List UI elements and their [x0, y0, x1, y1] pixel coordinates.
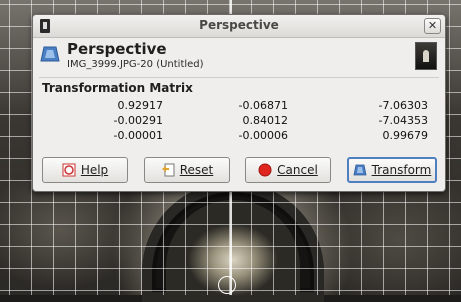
- close-button[interactable]: ✕: [424, 18, 441, 34]
- matrix-cell: 0.84012: [242, 114, 289, 127]
- header-divider: [39, 77, 439, 78]
- window-title: Perspective: [199, 18, 279, 32]
- reset-icon: [161, 163, 175, 177]
- cancel-button-label: Cancel: [277, 163, 318, 177]
- matrix-cell: -0.00291: [113, 114, 163, 127]
- help-button-label: Help: [80, 163, 109, 177]
- matrix-row: 0.92917 -0.06871 -7.06303: [33, 99, 445, 114]
- matrix-cell: -7.06303: [378, 99, 428, 112]
- matrix-section-title: Transformation Matrix: [42, 81, 193, 95]
- matrix-cell: -0.00001: [113, 129, 163, 142]
- matrix-cell: 0.92917: [117, 99, 164, 112]
- cancel-button[interactable]: Cancel: [245, 157, 331, 183]
- transformation-matrix: 0.92917 -0.06871 -7.06303 -0.00291 0.840…: [33, 99, 445, 144]
- reset-button-label: Reset: [179, 163, 214, 177]
- matrix-cell: -7.04353: [378, 114, 428, 127]
- perspective-tool-icon: [40, 46, 60, 62]
- transform-button-label: Transform: [371, 163, 432, 177]
- dialog-titlebar[interactable]: Perspective ✕: [33, 15, 445, 38]
- image-name: IMG_3999.JPG-20 (Untitled): [67, 59, 204, 70]
- help-button[interactable]: Help: [42, 157, 128, 183]
- matrix-cell: -0.06871: [238, 99, 288, 112]
- matrix-cell: -0.00006: [238, 129, 288, 142]
- perspective-dialog: Perspective ✕ Perspective IMG_3999.JPG-2…: [32, 14, 446, 192]
- transform-pivot-handle[interactable]: [218, 276, 236, 294]
- reset-button[interactable]: Reset: [144, 157, 230, 183]
- perspective-icon: [353, 164, 367, 176]
- matrix-row: -0.00291 0.84012 -7.04353: [33, 114, 445, 129]
- transform-button[interactable]: Transform: [347, 157, 437, 183]
- cancel-icon: [258, 163, 272, 177]
- help-icon: [62, 163, 76, 177]
- image-thumbnail: [415, 42, 437, 70]
- matrix-row: -0.00001 -0.00006 0.99679: [33, 129, 445, 144]
- dialog-header-title: Perspective: [67, 40, 167, 58]
- matrix-cell: 0.99679: [382, 129, 429, 142]
